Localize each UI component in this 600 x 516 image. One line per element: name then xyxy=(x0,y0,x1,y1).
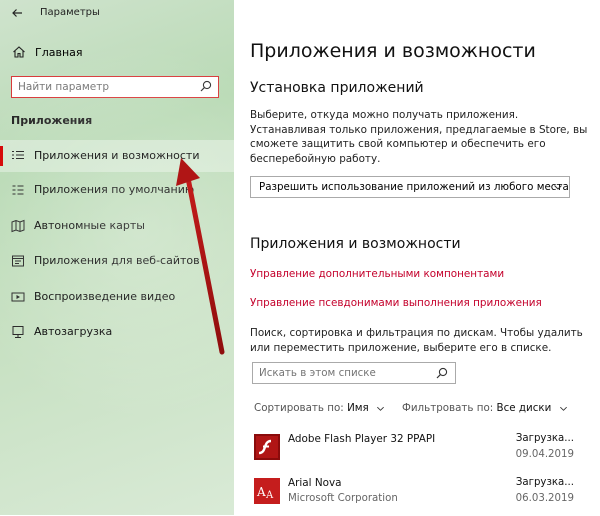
chevron-down-icon xyxy=(554,185,562,190)
sidebar-item-offline-maps[interactable]: Автономные карты xyxy=(0,210,234,242)
video-playback-icon xyxy=(11,292,25,302)
sidebar-item-label: Главная xyxy=(35,46,83,59)
app-publisher: Microsoft Corporation xyxy=(288,493,398,504)
back-arrow-icon xyxy=(12,9,22,17)
app-size: Загрузка... xyxy=(515,477,574,488)
sidebar-section-header: Приложения xyxy=(11,114,93,127)
apps-list-description: Поиск, сортировка и фильтрация по дискам… xyxy=(250,327,583,354)
search-icon[interactable] xyxy=(200,80,212,92)
flash-player-icon xyxy=(254,434,280,460)
sort-value: Имя xyxy=(347,402,369,414)
apps-search-input[interactable] xyxy=(259,366,429,380)
search-icon xyxy=(436,367,448,379)
window-title: Параметры xyxy=(40,7,100,18)
manage-app-aliases-link[interactable]: Управление псевдонимами выполнения прило… xyxy=(250,297,542,309)
sidebar-item-home[interactable]: Главная xyxy=(0,40,234,66)
manage-optional-features-link[interactable]: Управление дополнительными компонентами xyxy=(250,268,504,280)
svg-text:A: A xyxy=(265,490,274,501)
title-bar: Параметры xyxy=(0,0,234,26)
sidebar-item-label: Автозагрузка xyxy=(34,325,113,338)
sort-control[interactable]: Сортировать по: Имя xyxy=(254,402,385,414)
filter-label: Фильтровать по: xyxy=(402,402,494,414)
sidebar-item-video-playback[interactable]: Воспроизведение видео xyxy=(0,281,234,313)
app-size: Загрузка... xyxy=(515,433,574,444)
filter-control[interactable]: Фильтровать по: Все диски xyxy=(402,402,568,414)
default-apps-icon xyxy=(12,185,24,195)
apps-list-icon xyxy=(12,150,24,160)
install-source-dropdown[interactable]: Разрешить использование приложений из лю… xyxy=(250,176,570,198)
chevron-down-icon xyxy=(559,406,567,411)
sidebar-item-default-apps[interactable]: Приложения по умолчанию xyxy=(0,174,234,206)
sort-label: Сортировать по: xyxy=(254,402,344,414)
sidebar-item-startup[interactable]: Автозагрузка xyxy=(0,316,234,348)
offline-maps-icon xyxy=(11,219,25,233)
page-title: Приложения и возможности xyxy=(250,40,536,62)
web-apps-icon xyxy=(12,255,24,267)
home-icon xyxy=(13,46,25,58)
apps-features-heading: Приложения и возможности xyxy=(250,236,461,252)
active-indicator xyxy=(0,146,3,166)
svg-text:A: A xyxy=(256,485,266,499)
filter-value: Все диски xyxy=(496,402,552,414)
sidebar-item-label: Воспроизведение видео xyxy=(34,290,176,303)
chevron-down-icon xyxy=(377,406,384,411)
app-date: 06.03.2019 xyxy=(515,493,574,504)
sidebar: Параметры Главная Приложения Приложения … xyxy=(0,0,234,515)
sidebar-item-label: Приложения для веб-сайтов xyxy=(34,254,200,267)
sidebar-item-label: Автономные карты xyxy=(34,219,145,232)
font-app-icon: A A xyxy=(254,478,280,504)
app-date: 09.04.2019 xyxy=(515,449,574,460)
install-apps-heading: Установка приложений xyxy=(250,80,424,96)
dropdown-value: Разрешить использование приложений из лю… xyxy=(259,181,569,193)
app-name: Arial Nova xyxy=(288,477,342,489)
settings-search-input[interactable] xyxy=(18,79,193,94)
install-apps-description: Выберите, откуда можно получать приложен… xyxy=(250,109,588,165)
main-panel: Приложения и возможности Установка прило… xyxy=(234,0,600,515)
app-list-item[interactable]: A A Arial Nova Microsoft Corporation Заг… xyxy=(250,476,590,516)
sidebar-item-label: Приложения по умолчанию xyxy=(34,183,195,196)
sidebar-item-apps-features[interactable]: Приложения и возможности xyxy=(0,140,234,172)
apps-search-box[interactable] xyxy=(252,362,456,384)
sidebar-item-label: Приложения и возможности xyxy=(34,149,200,162)
startup-icon xyxy=(12,326,24,338)
app-name: Adobe Flash Player 32 PPAPI xyxy=(288,433,436,445)
settings-search-box[interactable] xyxy=(11,76,219,98)
back-button[interactable] xyxy=(8,4,26,22)
app-list-item[interactable]: Adobe Flash Player 32 PPAPI Загрузка... … xyxy=(250,432,590,472)
sidebar-item-web-apps[interactable]: Приложения для веб-сайтов xyxy=(0,245,234,277)
